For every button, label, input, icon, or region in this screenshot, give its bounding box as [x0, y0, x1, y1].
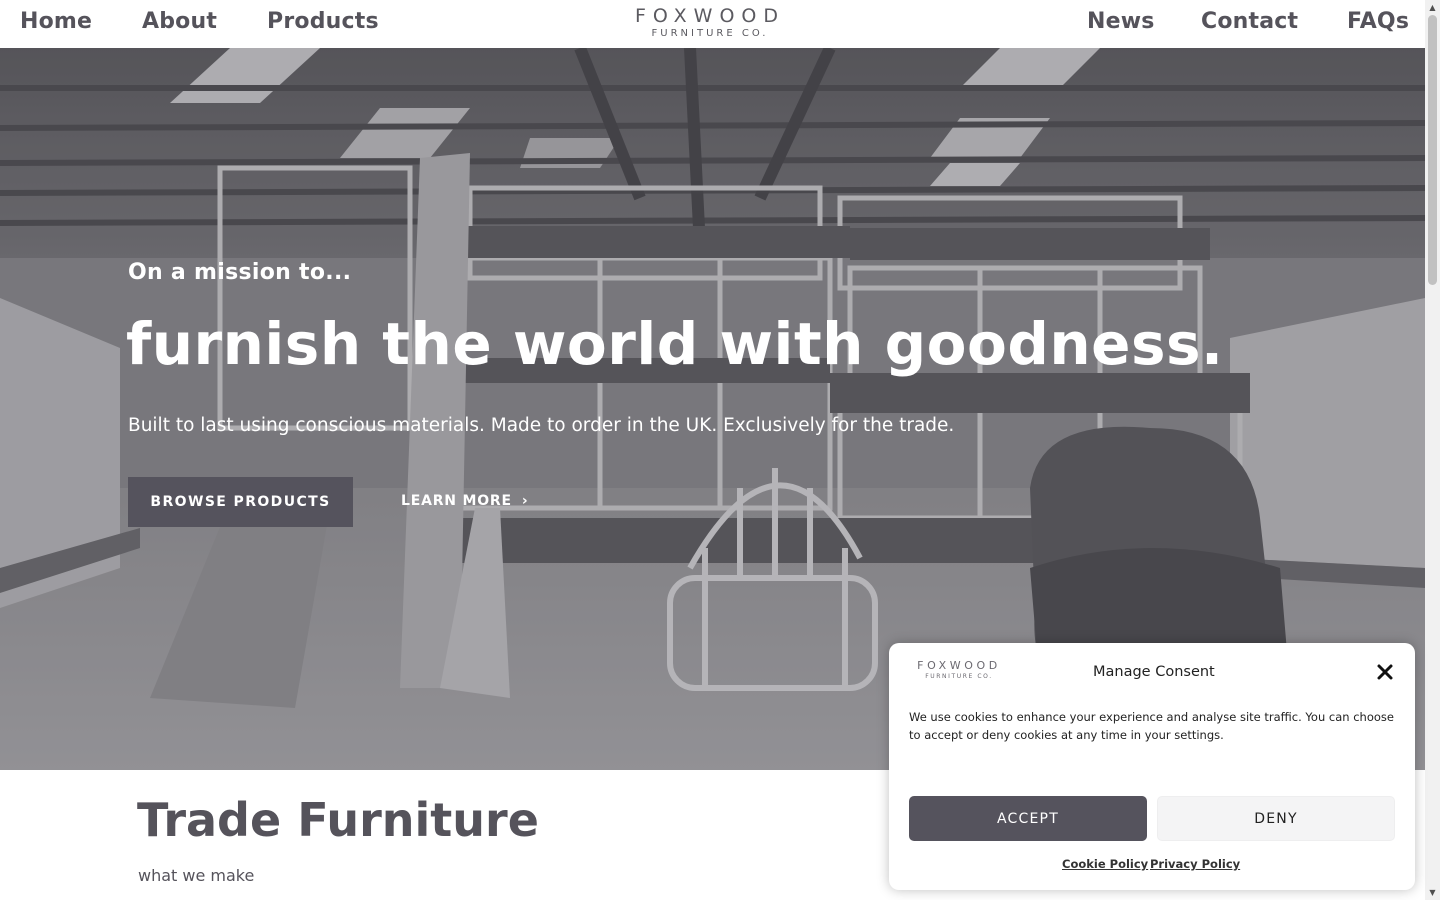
learn-more-link[interactable]: LEARN MORE › — [401, 493, 528, 509]
deny-button[interactable]: DENY — [1157, 796, 1395, 841]
privacy-policy-link[interactable]: Privacy Policy — [1150, 857, 1240, 871]
scroll-up-arrow-icon[interactable]: ▲ — [1425, 0, 1440, 15]
hero-kicker: On a mission to... — [128, 260, 352, 285]
scroll-down-arrow-icon[interactable]: ▼ — [1425, 885, 1440, 900]
accept-button[interactable]: ACCEPT — [909, 796, 1147, 841]
hero-headline: furnish the world with goodness. — [126, 310, 1224, 378]
nav-about-link[interactable]: About — [142, 9, 217, 34]
nav-home-link[interactable]: Home — [20, 9, 92, 34]
chevron-right-icon: › — [521, 493, 529, 509]
page-scrollbar[interactable]: ▲ ▼ — [1425, 0, 1440, 900]
cookie-policy-link[interactable]: Cookie Policy — [1062, 857, 1148, 871]
consent-dialog: FOXWOOD FURNITURE CO. Manage Consent We … — [889, 643, 1415, 890]
nav-news-link[interactable]: News — [1087, 9, 1155, 34]
consent-logo-tagline: FURNITURE CO. — [925, 673, 993, 680]
learn-more-label: LEARN MORE — [401, 493, 512, 509]
scroll-thumb[interactable] — [1428, 15, 1437, 285]
logo-tagline: FURNITURE CO. — [651, 28, 769, 39]
consent-title: Manage Consent — [1093, 664, 1215, 680]
partial-heading-cutoff — [842, 888, 902, 900]
logo-wordmark: FOXWOOD — [634, 5, 785, 27]
consent-logo: FOXWOOD FURNITURE CO. — [908, 659, 1010, 681]
site-logo[interactable]: FOXWOOD FURNITURE CO. — [622, 5, 798, 41]
nav-faqs-link[interactable]: FAQs — [1347, 9, 1409, 34]
section-subtitle: what we make — [138, 866, 255, 885]
browse-products-button[interactable]: BROWSE PRODUCTS — [128, 477, 353, 527]
consent-logo-wordmark: FOXWOOD — [917, 659, 1001, 672]
nav-contact-link[interactable]: Contact — [1201, 9, 1298, 34]
hero-subtext: Built to last using conscious materials.… — [128, 415, 955, 436]
nav-products-link[interactable]: Products — [267, 9, 379, 34]
section-title: Trade Furniture — [137, 793, 539, 847]
consent-message: We use cookies to enhance your experienc… — [909, 710, 1394, 742]
close-icon[interactable] — [1376, 663, 1394, 681]
site-header: Home About Products FOXWOOD FURNITURE CO… — [0, 0, 1425, 48]
